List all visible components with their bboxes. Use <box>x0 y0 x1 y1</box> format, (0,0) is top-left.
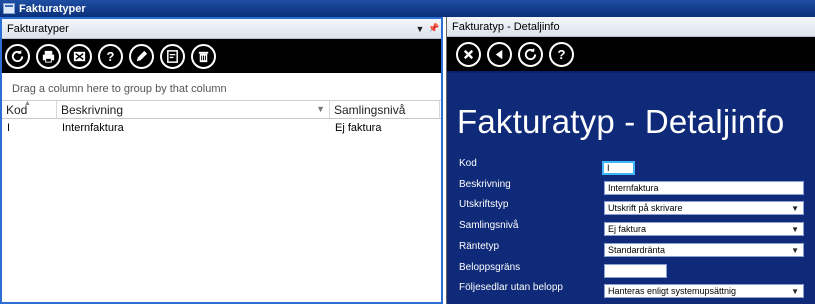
edit-button[interactable] <box>129 43 154 69</box>
list-pane-header: Fakturatyper ▼ 📌 <box>2 19 441 39</box>
column-label: Beskrivning <box>61 102 124 117</box>
field-label: Samlingsnivå <box>459 220 519 231</box>
cell-kod: I <box>7 122 11 134</box>
back-button[interactable] <box>487 41 512 67</box>
refresh-icon <box>524 47 537 60</box>
list-pane-title: Fakturatyper <box>7 22 69 35</box>
cell-beskrivning: Internfaktura <box>62 122 124 134</box>
field-label: Beloppsgräns <box>459 262 521 273</box>
delete-button[interactable] <box>191 43 216 69</box>
help-button[interactable]: ? <box>549 41 574 67</box>
print-icon <box>42 50 55 63</box>
detail-toolbar: ? <box>447 37 815 71</box>
field-samlingsniva: Samlingsnivå Ej faktura <box>459 220 809 238</box>
refresh-button[interactable] <box>5 43 30 69</box>
grid-header: ▲ Kod Beskrivning ▼ Samlingsnivå <box>2 100 441 119</box>
field-beskrivning: Beskrivning Internfaktura <box>459 179 809 197</box>
group-by-area[interactable]: Drag a column here to group by that colu… <box>2 78 441 101</box>
table-row[interactable]: I Internfaktura Ej faktura <box>2 119 441 137</box>
export-icon <box>73 51 86 61</box>
back-icon <box>495 49 503 59</box>
help-icon: ? <box>106 48 115 64</box>
utskriftstyp-select[interactable]: Utskrift på skrivare <box>604 201 804 215</box>
rantetyp-select[interactable]: Standardränta <box>604 243 804 257</box>
cell-samlingsniva: Ej faktura <box>335 122 382 134</box>
new-button[interactable] <box>160 43 185 69</box>
list-toolbar: ? <box>2 39 441 73</box>
foljesedlar-select[interactable]: Hanteras enligt systemupsättnig <box>604 284 804 298</box>
column-header-beskrivning[interactable]: Beskrivning ▼ <box>57 101 330 118</box>
beskrivning-input[interactable]: Internfaktura <box>604 181 804 195</box>
field-label: Kod <box>459 158 477 169</box>
field-label: Följesedlar utan belopp <box>459 282 563 293</box>
close-button[interactable] <box>456 41 481 67</box>
field-label: Räntetyp <box>459 241 500 252</box>
field-rantetyp: Räntetyp Standardränta <box>459 241 809 259</box>
detail-pane-header: Fakturatyp - Detaljinfo <box>447 17 815 37</box>
refresh-button[interactable] <box>518 41 543 67</box>
data-grid: Drag a column here to group by that colu… <box>2 78 441 302</box>
beloppsgrans-input[interactable] <box>604 264 667 278</box>
field-utskriftstyp: Utskriftstyp Utskrift på skrivare <box>459 199 809 217</box>
sort-icon: ▲ <box>24 100 31 107</box>
detail-heading: Fakturatyp - Detaljinfo <box>457 103 785 140</box>
field-beloppsgrans: Beloppsgräns <box>459 262 809 280</box>
export-button[interactable] <box>67 43 92 69</box>
help-icon: ? <box>557 46 566 62</box>
column-header-samlingsniva[interactable]: Samlingsnivå <box>330 101 440 118</box>
refresh-icon <box>11 49 24 62</box>
field-label: Beskrivning <box>459 179 511 190</box>
new-icon <box>167 49 178 63</box>
field-kod: Kod I <box>459 158 809 176</box>
field-label: Utskriftstyp <box>459 199 509 210</box>
list-pane: Fakturatyper ▼ 📌 ? Drag a column here to… <box>0 17 443 304</box>
samlingsniva-select[interactable]: Ej faktura <box>604 222 804 236</box>
delete-icon <box>198 51 209 62</box>
window-title: Fakturatyper <box>19 2 86 15</box>
help-button[interactable]: ? <box>98 43 123 69</box>
edit-icon <box>136 50 148 61</box>
pin-icon[interactable]: 📌 <box>427 23 441 34</box>
detail-pane: Fakturatyp - Detaljinfo ? Fakturatyp - D… <box>446 17 815 304</box>
close-icon <box>463 49 474 59</box>
dropdown-icon[interactable]: ▼ <box>413 24 427 34</box>
app-icon <box>3 3 15 14</box>
kod-input[interactable]: I <box>602 161 635 175</box>
detail-form: Fakturatyp - Detaljinfo Kod I Beskrivnin… <box>447 73 815 304</box>
detail-pane-title: Fakturatyp - Detaljinfo <box>452 20 560 33</box>
column-label: Samlingsnivå <box>334 102 406 117</box>
field-foljesedlar: Följesedlar utan belopp Hanteras enligt … <box>459 282 809 300</box>
column-header-kod[interactable]: ▲ Kod <box>2 100 57 118</box>
window-titlebar: Fakturatyper <box>0 0 815 17</box>
print-button[interactable] <box>36 43 61 69</box>
filter-icon[interactable]: ▼ <box>316 104 325 114</box>
